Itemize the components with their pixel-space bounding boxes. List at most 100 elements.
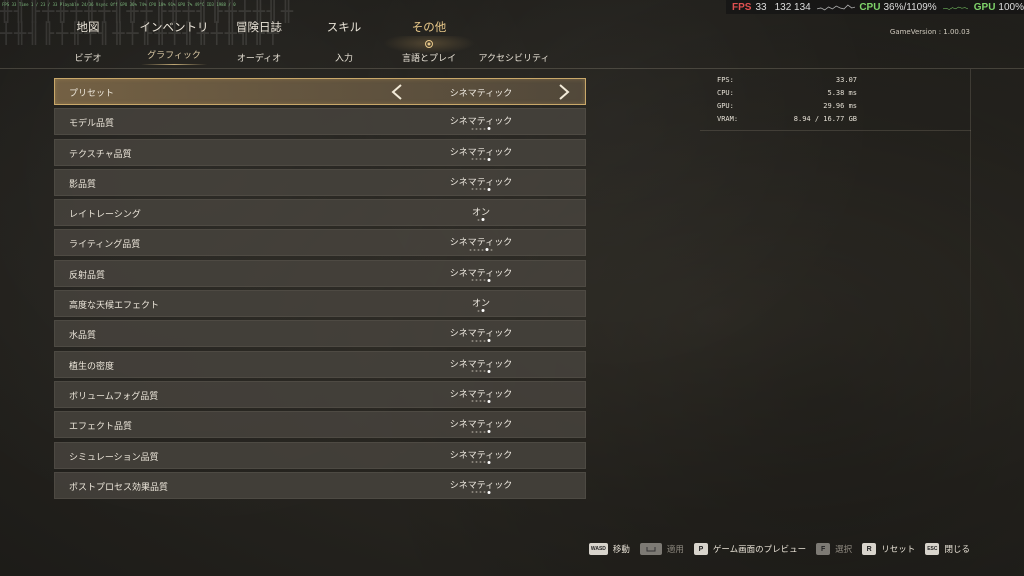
subtab-audio[interactable]: オーディオ <box>237 51 281 64</box>
level-dot <box>479 158 482 161</box>
setting-row[interactable]: テクスチャ品質 シネマティック <box>54 138 586 166</box>
subtab-graphics[interactable]: グラフィック <box>141 48 207 65</box>
level-dot <box>479 279 482 282</box>
setting-label: レイトレーシング <box>69 210 141 221</box>
hint-label: リセット <box>881 545 916 555</box>
level-dot <box>477 309 480 312</box>
setting-row[interactable]: 水品質 シネマティック <box>54 320 586 348</box>
level-dot <box>479 370 482 373</box>
level-dot <box>487 339 491 343</box>
hint-select[interactable]: F 選択 <box>816 543 852 555</box>
level-dot <box>487 157 491 161</box>
level-dot <box>471 461 474 464</box>
level-dot <box>471 370 474 373</box>
level-dot <box>471 400 474 403</box>
hint-reset[interactable]: R リセット <box>862 543 915 555</box>
setting-row[interactable]: プリセット シネマティック <box>54 78 586 105</box>
hint-move[interactable]: WASD 移動 <box>588 543 630 555</box>
level-dot <box>469 248 472 251</box>
gpu-value: 100% <box>998 1 1024 13</box>
setting-row[interactable]: ボリュームフォグ品質 シネマティック <box>54 380 586 408</box>
setting-value: シネマティック <box>449 117 513 128</box>
space-key-icon <box>639 543 662 555</box>
quality-level-indicator <box>471 157 491 161</box>
perf-key: GPU: <box>717 102 734 110</box>
level-dot <box>485 248 489 252</box>
quality-level-indicator <box>471 430 491 434</box>
hint-label: ゲーム画面のプレビュー <box>712 545 807 555</box>
arrow-right-icon[interactable] <box>557 83 571 101</box>
level-dot <box>487 399 491 403</box>
subtab-language-gameplay[interactable]: 言語とプレイ <box>402 51 456 64</box>
setting-row[interactable]: エフェクト品質 シネマティック <box>54 411 586 439</box>
setting-label: テクスチャ品質 <box>69 149 132 160</box>
setting-row[interactable]: 影品質 シネマティック <box>54 168 586 196</box>
performance-panel: FPS: 33.07 CPU: 5.38 ms GPU: 29.96 ms VR… <box>700 69 971 131</box>
hint-preview[interactable]: P ゲーム画面のプレビュー <box>693 543 807 555</box>
setting-label: シミュレーション品質 <box>69 452 159 463</box>
setting-value: シネマティック <box>449 450 513 461</box>
hint-apply[interactable]: 適用 <box>639 543 684 555</box>
perf-value: 33.07 <box>835 76 857 84</box>
setting-row[interactable]: レイトレーシング オン <box>54 199 586 227</box>
setting-value: オン <box>471 299 491 310</box>
subtab-input[interactable]: 入力 <box>335 51 353 64</box>
setting-value: シネマティック <box>449 147 513 158</box>
level-dot <box>481 248 484 251</box>
cpu-sparkline-icon <box>942 6 968 10</box>
tab-inventory[interactable]: インベントリ <box>140 19 209 35</box>
subtab-accessibility[interactable]: アクセシビリティ <box>478 51 549 64</box>
level-dot <box>475 461 478 464</box>
level-dot <box>475 339 478 342</box>
setting-value: シネマティック <box>449 389 513 400</box>
tab-journal[interactable]: 冒険日誌 <box>236 19 282 35</box>
performance-overlay: FPS 33 132 134 CPU 36%/1109% GPU 100% <box>726 0 1024 14</box>
setting-value: シネマティック <box>449 480 513 491</box>
perf-value: 5.38 ms <box>827 89 857 97</box>
level-dot <box>487 187 491 191</box>
setting-row[interactable]: シミュレーション品質 シネマティック <box>54 441 586 469</box>
setting-row[interactable]: 反射品質 シネマティック <box>54 259 586 287</box>
hint-label: 適用 <box>666 545 684 555</box>
level-dot <box>479 188 482 191</box>
setting-label: 植生の密度 <box>69 361 115 372</box>
perf-key: CPU: <box>717 89 734 97</box>
hint-close[interactable]: ESC 閉じる <box>925 543 970 555</box>
setting-value: シネマティック <box>449 268 513 279</box>
tab-skills[interactable]: スキル <box>327 19 362 35</box>
level-dot <box>487 278 491 282</box>
setting-label: 影品質 <box>69 179 97 190</box>
level-dot <box>475 188 478 191</box>
level-dot <box>483 339 486 342</box>
level-dot <box>490 248 493 251</box>
setting-label: 反射品質 <box>69 270 106 281</box>
setting-row[interactable]: 高度な天候エフェクト オン <box>54 290 586 318</box>
level-dot <box>475 370 478 373</box>
quality-level-indicator <box>471 399 491 403</box>
level-dot <box>483 370 486 373</box>
level-dot <box>475 491 478 494</box>
level-dot <box>471 158 474 161</box>
level-dot <box>473 248 476 251</box>
level-dot <box>481 218 485 222</box>
subtab-video[interactable]: ビデオ <box>74 51 101 64</box>
fps-sparkline-icon <box>816 4 856 11</box>
setting-row[interactable]: モデル品質 シネマティック <box>54 108 586 136</box>
setting-row[interactable]: ポストプロセス効果品質 シネマティック <box>54 471 586 499</box>
setting-row[interactable]: 植生の密度 シネマティック <box>54 350 586 378</box>
level-dot <box>487 369 491 373</box>
level-dot <box>471 127 474 130</box>
debug-overlay-text: FPS 33 Time 1 / 23 / 33 Playable 24/36 V… <box>2 2 236 7</box>
level-dot <box>479 461 482 464</box>
tab-map[interactable]: 地図 <box>77 19 100 35</box>
p-key-icon: P <box>693 543 708 555</box>
quality-level-indicator <box>471 127 491 131</box>
quality-level-indicator <box>469 248 493 252</box>
tab-other[interactable]: その他 <box>412 19 447 35</box>
arrow-left-icon[interactable] <box>390 83 404 101</box>
level-dot <box>487 490 491 494</box>
level-dot <box>475 279 478 282</box>
level-dot <box>487 430 491 434</box>
level-dot <box>475 400 478 403</box>
setting-row[interactable]: ライティング品質 シネマティック <box>54 229 586 257</box>
